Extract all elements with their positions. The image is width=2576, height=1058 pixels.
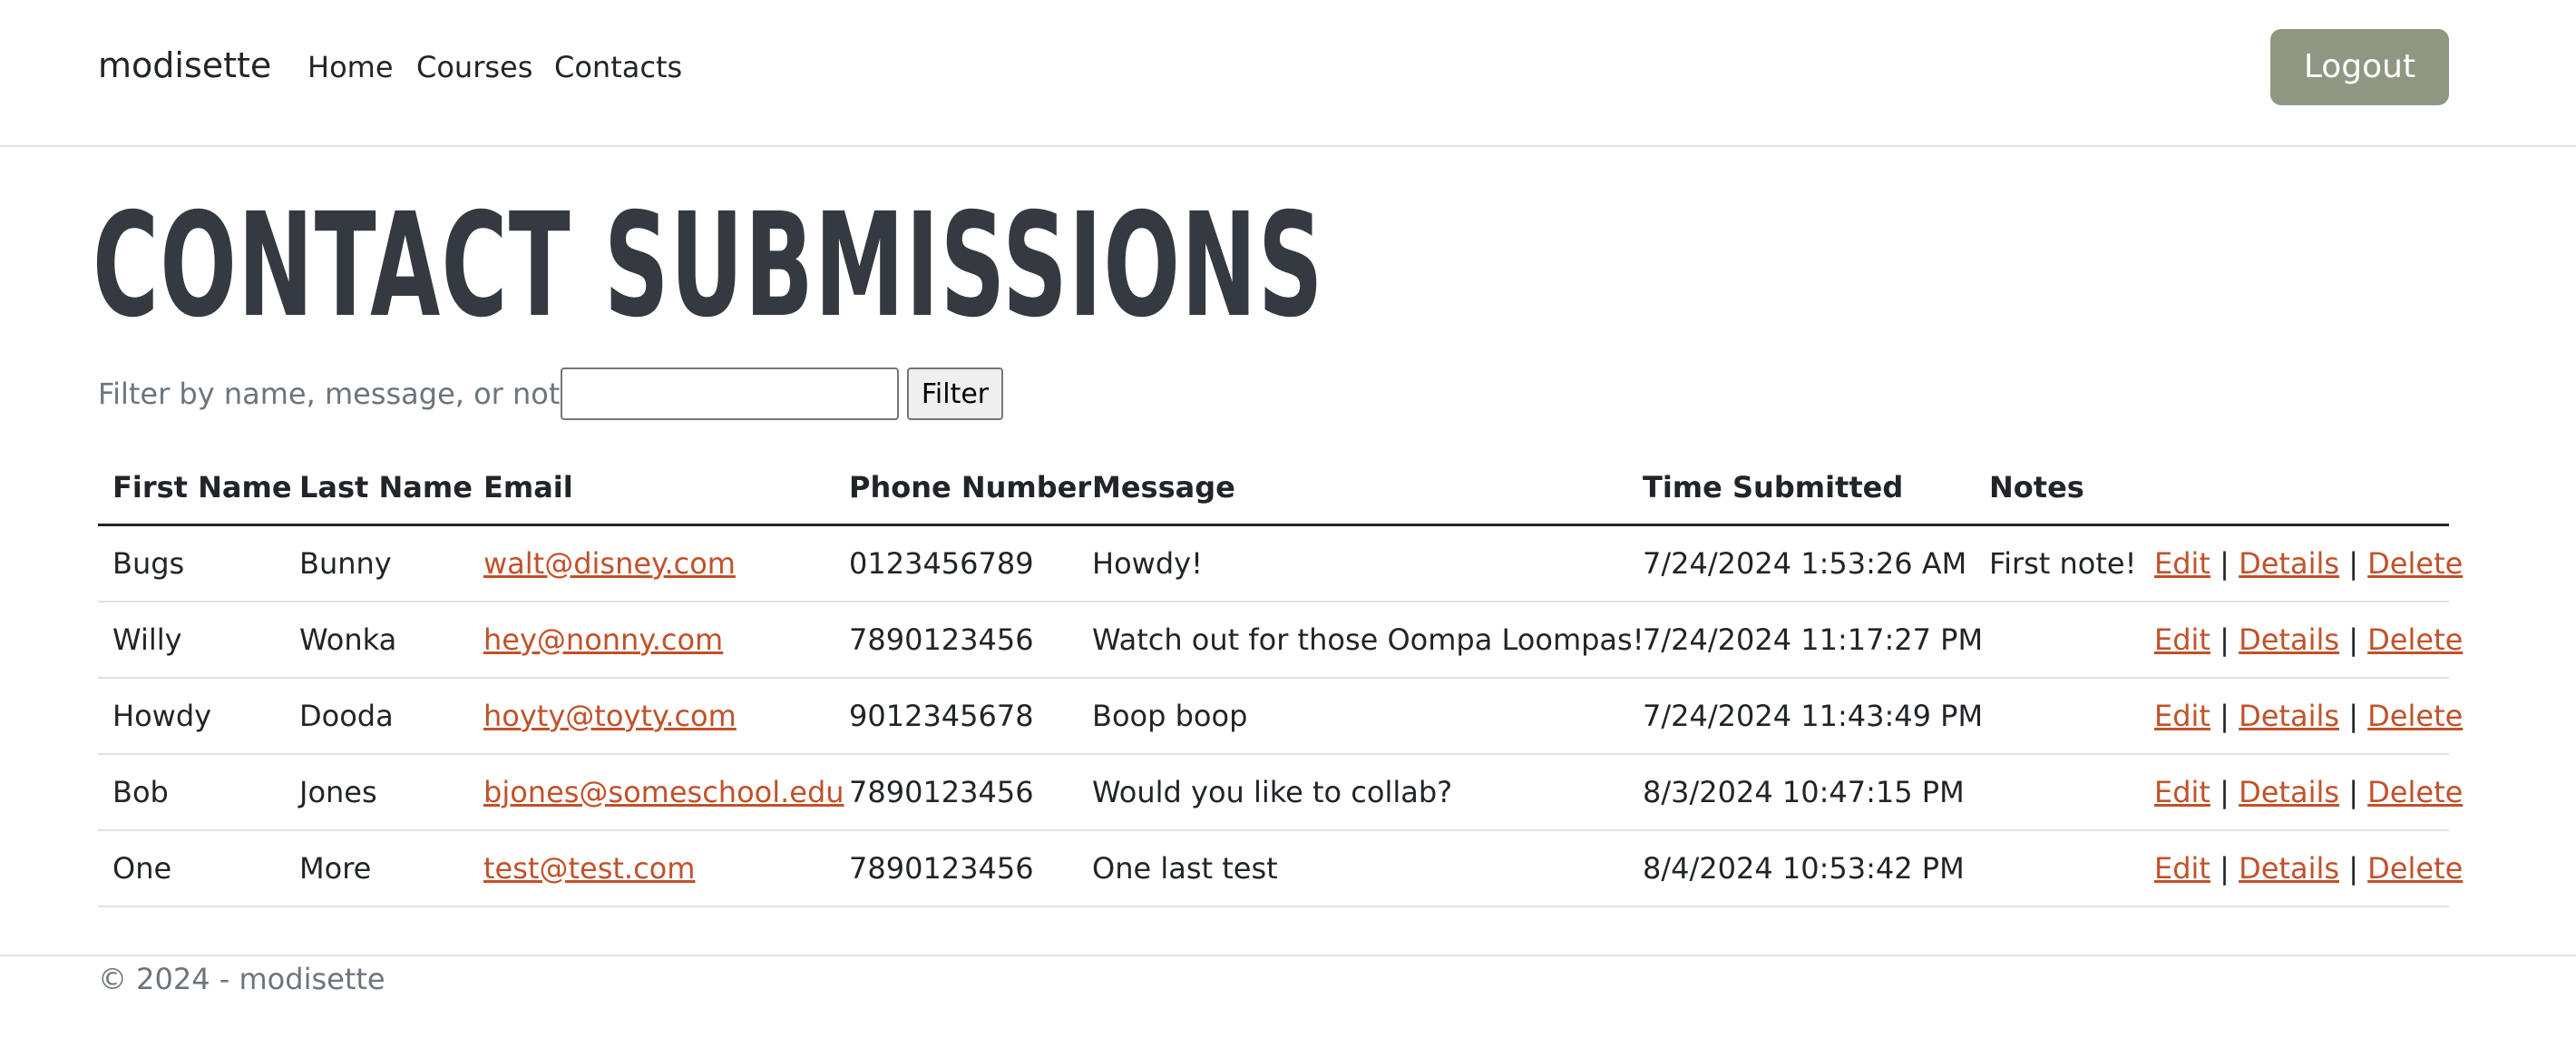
delete-link[interactable]: Delete bbox=[2367, 851, 2463, 886]
action-separator: | bbox=[2348, 850, 2358, 886]
cell-notes bbox=[1975, 677, 2140, 755]
cell-actions: Edit | Details | Delete bbox=[2140, 829, 2463, 907]
cell-actions: Edit | Details | Delete bbox=[2140, 677, 2463, 755]
filter-input[interactable] bbox=[561, 367, 899, 420]
edit-link[interactable]: Edit bbox=[2154, 546, 2210, 581]
action-separator: | bbox=[2220, 850, 2230, 886]
action-separator: | bbox=[2220, 774, 2230, 809]
cell-time-submitted: 7/24/2024 11:43:49 PM bbox=[1628, 677, 1983, 755]
edit-link[interactable]: Edit bbox=[2154, 699, 2210, 733]
page-title: CONTACT SUBMISSIONS bbox=[93, 182, 1324, 349]
cell-phone: 9012345678 bbox=[834, 677, 1078, 755]
column-header-first-name: First Name bbox=[98, 452, 292, 526]
filter-label: Filter by name, message, or notes: bbox=[98, 377, 603, 411]
nav-link-courses[interactable]: Courses bbox=[416, 50, 532, 84]
email-link[interactable]: hey@nonny.com bbox=[483, 622, 723, 657]
cell-time-submitted: 7/24/2024 1:53:26 AM bbox=[1628, 524, 1975, 602]
submissions-table: First Name Last Name Email Phone Number … bbox=[98, 452, 2463, 907]
email-link[interactable]: walt@disney.com bbox=[483, 546, 736, 581]
cell-email: hey@nonny.com bbox=[469, 601, 834, 679]
action-separator: | bbox=[2348, 698, 2358, 733]
nav-link-home[interactable]: Home bbox=[307, 50, 394, 84]
cell-message: Would you like to collab? bbox=[1078, 753, 1628, 831]
cell-email: bjones@someschool.edu bbox=[469, 753, 844, 831]
table-header-row: First Name Last Name Email Phone Number … bbox=[98, 452, 2449, 526]
cell-first-name: Howdy bbox=[98, 677, 285, 755]
cell-phone: 0123456789 bbox=[834, 524, 1078, 602]
details-link[interactable]: Details bbox=[2239, 775, 2339, 809]
cell-notes bbox=[1975, 829, 2140, 907]
cell-last-name: Dooda bbox=[285, 677, 469, 755]
cell-message: Watch out for those Oompa Loompas! bbox=[1078, 601, 1644, 679]
email-link[interactable]: hoyty@toyty.com bbox=[483, 699, 737, 733]
column-header-last-name: Last Name bbox=[285, 452, 473, 526]
delete-link[interactable]: Delete bbox=[2367, 699, 2463, 733]
cell-notes bbox=[1975, 601, 2140, 679]
cell-last-name: Bunny bbox=[285, 524, 469, 602]
cell-first-name: Willy bbox=[98, 601, 285, 679]
cell-email: walt@disney.com bbox=[469, 524, 834, 602]
action-separator: | bbox=[2220, 698, 2230, 733]
delete-link[interactable]: Delete bbox=[2367, 546, 2463, 581]
action-separator: | bbox=[2348, 774, 2358, 809]
column-header-phone: Phone Number bbox=[834, 452, 1091, 526]
table-row: Bugs Bunny walt@disney.com 0123456789 Ho… bbox=[98, 524, 2463, 602]
cell-message: Boop boop bbox=[1078, 677, 1628, 755]
filter-button[interactable]: Filter bbox=[907, 367, 1003, 420]
navbar: modisette Home Courses Contacts Logout bbox=[0, 0, 2576, 147]
action-separator: | bbox=[2220, 545, 2230, 581]
logout-button[interactable]: Logout bbox=[2270, 29, 2449, 105]
action-separator: | bbox=[2348, 545, 2358, 581]
cell-email: test@test.com bbox=[469, 829, 834, 907]
cell-notes bbox=[1975, 753, 2140, 831]
edit-link[interactable]: Edit bbox=[2154, 851, 2210, 886]
brand-link[interactable]: modisette bbox=[98, 45, 271, 85]
email-link[interactable]: bjones@someschool.edu bbox=[483, 775, 844, 809]
cell-notes: First note! bbox=[1975, 524, 2140, 602]
action-separator: | bbox=[2348, 622, 2358, 657]
table-row: Bob Jones bjones@someschool.edu 78901234… bbox=[98, 753, 2463, 831]
footer-copyright: © 2024 - modisette bbox=[98, 962, 385, 996]
nav-link-contacts[interactable]: Contacts bbox=[554, 50, 682, 84]
cell-phone: 7890123456 bbox=[834, 753, 1078, 831]
cell-actions: Edit | Details | Delete bbox=[2140, 524, 2463, 602]
table-row: Howdy Dooda hoyty@toyty.com 9012345678 B… bbox=[98, 677, 2463, 755]
delete-link[interactable]: Delete bbox=[2367, 775, 2463, 809]
cell-last-name: Wonka bbox=[285, 601, 469, 679]
cell-actions: Edit | Details | Delete bbox=[2140, 753, 2463, 831]
cell-email: hoyty@toyty.com bbox=[469, 677, 834, 755]
cell-actions: Edit | Details | Delete bbox=[2140, 601, 2463, 679]
cell-time-submitted: 8/4/2024 10:53:42 PM bbox=[1628, 829, 1975, 907]
cell-first-name: Bugs bbox=[98, 524, 285, 602]
table-row: Willy Wonka hey@nonny.com 7890123456 Wat… bbox=[98, 601, 2463, 679]
edit-link[interactable]: Edit bbox=[2154, 622, 2210, 657]
cell-phone: 7890123456 bbox=[834, 601, 1078, 679]
column-header-actions bbox=[2140, 452, 2449, 526]
footer-divider bbox=[0, 955, 2576, 956]
details-link[interactable]: Details bbox=[2239, 546, 2339, 581]
column-header-time-submitted: Time Submitted bbox=[1628, 452, 1975, 526]
column-header-email: Email bbox=[469, 452, 834, 526]
cell-last-name: More bbox=[285, 829, 469, 907]
cell-first-name: One bbox=[98, 829, 285, 907]
cell-time-submitted: 8/3/2024 10:47:15 PM bbox=[1628, 753, 1975, 831]
details-link[interactable]: Details bbox=[2239, 622, 2339, 657]
email-link[interactable]: test@test.com bbox=[483, 851, 695, 886]
table-row: One More test@test.com 7890123456 One la… bbox=[98, 829, 2463, 907]
cell-phone: 7890123456 bbox=[834, 829, 1078, 907]
cell-last-name: Jones bbox=[285, 753, 469, 831]
edit-link[interactable]: Edit bbox=[2154, 775, 2210, 809]
details-link[interactable]: Details bbox=[2239, 851, 2339, 886]
cell-message: Howdy! bbox=[1078, 524, 1628, 602]
delete-link[interactable]: Delete bbox=[2367, 622, 2463, 657]
cell-time-submitted: 7/24/2024 11:17:27 PM bbox=[1628, 601, 1983, 679]
cell-first-name: Bob bbox=[98, 753, 285, 831]
cell-message: One last test bbox=[1078, 829, 1628, 907]
column-header-message: Message bbox=[1078, 452, 1628, 526]
action-separator: | bbox=[2220, 622, 2230, 657]
details-link[interactable]: Details bbox=[2239, 699, 2339, 733]
column-header-notes: Notes bbox=[1975, 452, 2140, 526]
